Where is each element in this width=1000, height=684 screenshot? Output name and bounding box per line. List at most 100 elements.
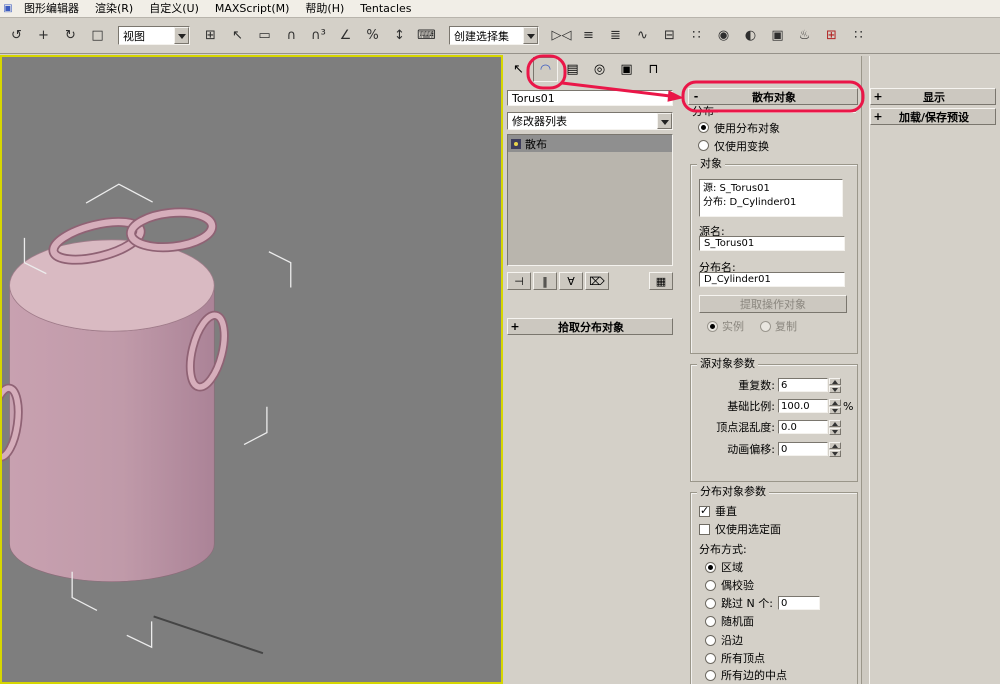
param-field[interactable]: 100.0 [778,399,828,413]
modifier-list-dropdown[interactable]: 修改器列表 [507,112,673,130]
radio-icon[interactable] [705,669,716,681]
radio-instance[interactable]: 实例 [707,318,744,334]
lattice-tool-icon[interactable]: ⊞ [819,23,844,48]
method-area[interactable]: 区域 [705,559,743,575]
named-selection-set-dropdown[interactable]: 创建选择集 [449,26,539,45]
skip-n-field[interactable]: 0 [777,596,820,610]
method-even[interactable]: 偶校验 [705,577,754,593]
modifier-stack[interactable]: 散布 [507,134,673,266]
pin-stack-icon[interactable]: ⊣ [507,272,531,290]
selected-faces-checkbox-row[interactable]: 仅使用选定面 [699,521,781,537]
method-random-faces[interactable]: 随机面 [705,613,754,629]
param-field[interactable]: 6 [778,378,828,392]
keyboard-override-icon[interactable]: ⌨ [414,23,439,48]
radio-icon[interactable] [705,597,716,609]
rollout-pick-distribution[interactable]: + 拾取分布对象 [507,318,673,335]
app-window: ▣ 图形编辑器 渲染(R) 自定义(U) MAXScript(M) 帮助(H) … [0,0,1000,684]
rollout-load-save-presets[interactable]: + 加载/保存预设 [870,108,996,125]
spinner-icon[interactable] [829,377,841,393]
chevron-down-icon[interactable] [174,27,189,44]
method-all-edge-midpoints[interactable]: 所有边的中点 [705,667,787,683]
radio-copy[interactable]: 复制 [760,318,797,334]
main-toolbar: ↺ + ↻ □ 视图 ⊞ ↖ ▭ ∩ ∩³ ∠ % ↕ ⌨ 创建选择集 ▷◁ ≡… [0,18,1000,54]
modifier-bulb-icon[interactable] [511,138,521,149]
checkbox-icon[interactable] [699,523,710,535]
tab-motion-icon[interactable]: ◎ [587,57,612,82]
show-end-result-icon[interactable]: ‖ [533,272,557,290]
select-object-icon[interactable]: ↖ [225,23,250,48]
viewport-layout-icon[interactable]: ⊞ [198,23,223,48]
align-icon[interactable]: ≡ [576,23,601,48]
selection-region-icon[interactable]: ▭ [252,23,277,48]
select-and-rotate-icon[interactable]: ↻ [58,23,83,48]
named-selection-sets-icon[interactable]: ∷ [684,23,709,48]
distribution-name-field[interactable]: D_Cylinder01 [699,272,845,287]
schematic-view-icon[interactable]: ⊟ [657,23,682,48]
select-and-scale-icon[interactable]: □ [85,23,110,48]
radio-icon[interactable] [698,122,709,133]
tab-modify-icon[interactable]: ◠ [533,57,558,82]
rollout-display[interactable]: + 显示 [870,88,996,105]
method-skip-n[interactable]: 跳过 N 个: 0 [705,595,820,611]
menu-item-customize[interactable]: 自定义(U) [141,1,207,17]
panel-scrollbar[interactable] [861,56,870,684]
source-name-field[interactable]: S_Torus01 [699,236,845,251]
param-field[interactable]: 0.0 [778,420,828,434]
tab-create-icon[interactable]: ↖ [506,57,531,82]
menu-item-graph-editors[interactable]: 图形编辑器 [16,1,87,17]
quick-render-icon[interactable]: ♨ [792,23,817,48]
remove-modifier-icon[interactable]: ⌦ [585,272,609,290]
distribution-section-label: 分布 [692,104,856,118]
object-name-field[interactable]: Torus01 [507,90,673,106]
select-and-move-icon[interactable]: + [31,23,56,48]
tab-hierarchy-icon[interactable]: ▤ [560,57,585,82]
render-setup-icon[interactable]: ◐ [738,23,763,48]
param-field[interactable]: 0 [778,442,828,456]
rendered-frame-icon[interactable]: ▣ [765,23,790,48]
tab-utilities-icon[interactable]: ⊓ [641,57,666,82]
spinner-icon[interactable] [829,441,841,457]
radio-icon[interactable] [705,634,716,646]
tab-display-icon[interactable]: ▣ [614,57,639,82]
radio-icon[interactable] [760,320,771,332]
curve-editor-icon[interactable]: ∿ [630,23,655,48]
radio-use-distribution-object[interactable]: 使用分布对象 [698,120,854,135]
radio-use-transforms-only[interactable]: 仅使用变换 [698,138,854,153]
reference-coordinate-dropdown[interactable]: 视图 [118,26,190,45]
menu-item-rendering[interactable]: 渲染(R) [87,1,141,17]
configure-modifier-sets-icon[interactable]: ▦ [649,272,673,290]
chevron-down-icon[interactable] [523,27,538,44]
spinner-icon[interactable] [829,398,841,414]
snap-toggle-3d-icon[interactable]: ∩³ [306,23,331,48]
radio-icon[interactable] [698,140,709,151]
spinner-snap-icon[interactable]: ↕ [387,23,412,48]
menu-item-help[interactable]: 帮助(H) [297,1,352,17]
chevron-down-icon[interactable] [657,113,672,129]
percent-snap-icon[interactable]: % [360,23,385,48]
extract-operand-button[interactable]: 提取操作对象 [699,295,847,313]
radio-icon[interactable] [705,652,716,664]
dot-pattern-tool-icon[interactable]: ∷ [846,23,871,48]
layer-manager-icon[interactable]: ≣ [603,23,628,48]
make-unique-icon[interactable]: ∀ [559,272,583,290]
spinner-icon[interactable] [829,419,841,435]
radio-icon[interactable] [705,615,716,627]
vertical-checkbox-row[interactable]: 垂直 [699,503,737,519]
method-all-vertices[interactable]: 所有顶点 [705,650,765,666]
method-along-edges[interactable]: 沿边 [705,632,743,648]
menu-item-tentacles[interactable]: Tentacles [352,1,419,17]
radio-icon[interactable] [705,561,716,573]
snap-toggle-icon[interactable]: ∩ [279,23,304,48]
modifier-stack-item-scatter[interactable]: 散布 [508,135,672,152]
radio-icon[interactable] [705,579,716,591]
mirror-icon[interactable]: ▷◁ [549,23,574,48]
material-editor-icon[interactable]: ◉ [711,23,736,48]
select-and-link-icon[interactable]: ↺ [4,23,29,48]
checkbox-icon[interactable] [699,504,710,517]
angle-snap-icon[interactable]: ∠ [333,23,358,48]
object-list[interactable]: 源: S_Torus01 分布: D_Cylinder01 [699,179,843,217]
viewport[interactable] [0,55,503,684]
stack-toolbar: ⊣ ‖ ∀ ⌦ ▦ [507,271,673,291]
radio-icon[interactable] [707,320,718,332]
menu-item-maxscript[interactable]: MAXScript(M) [207,1,298,17]
